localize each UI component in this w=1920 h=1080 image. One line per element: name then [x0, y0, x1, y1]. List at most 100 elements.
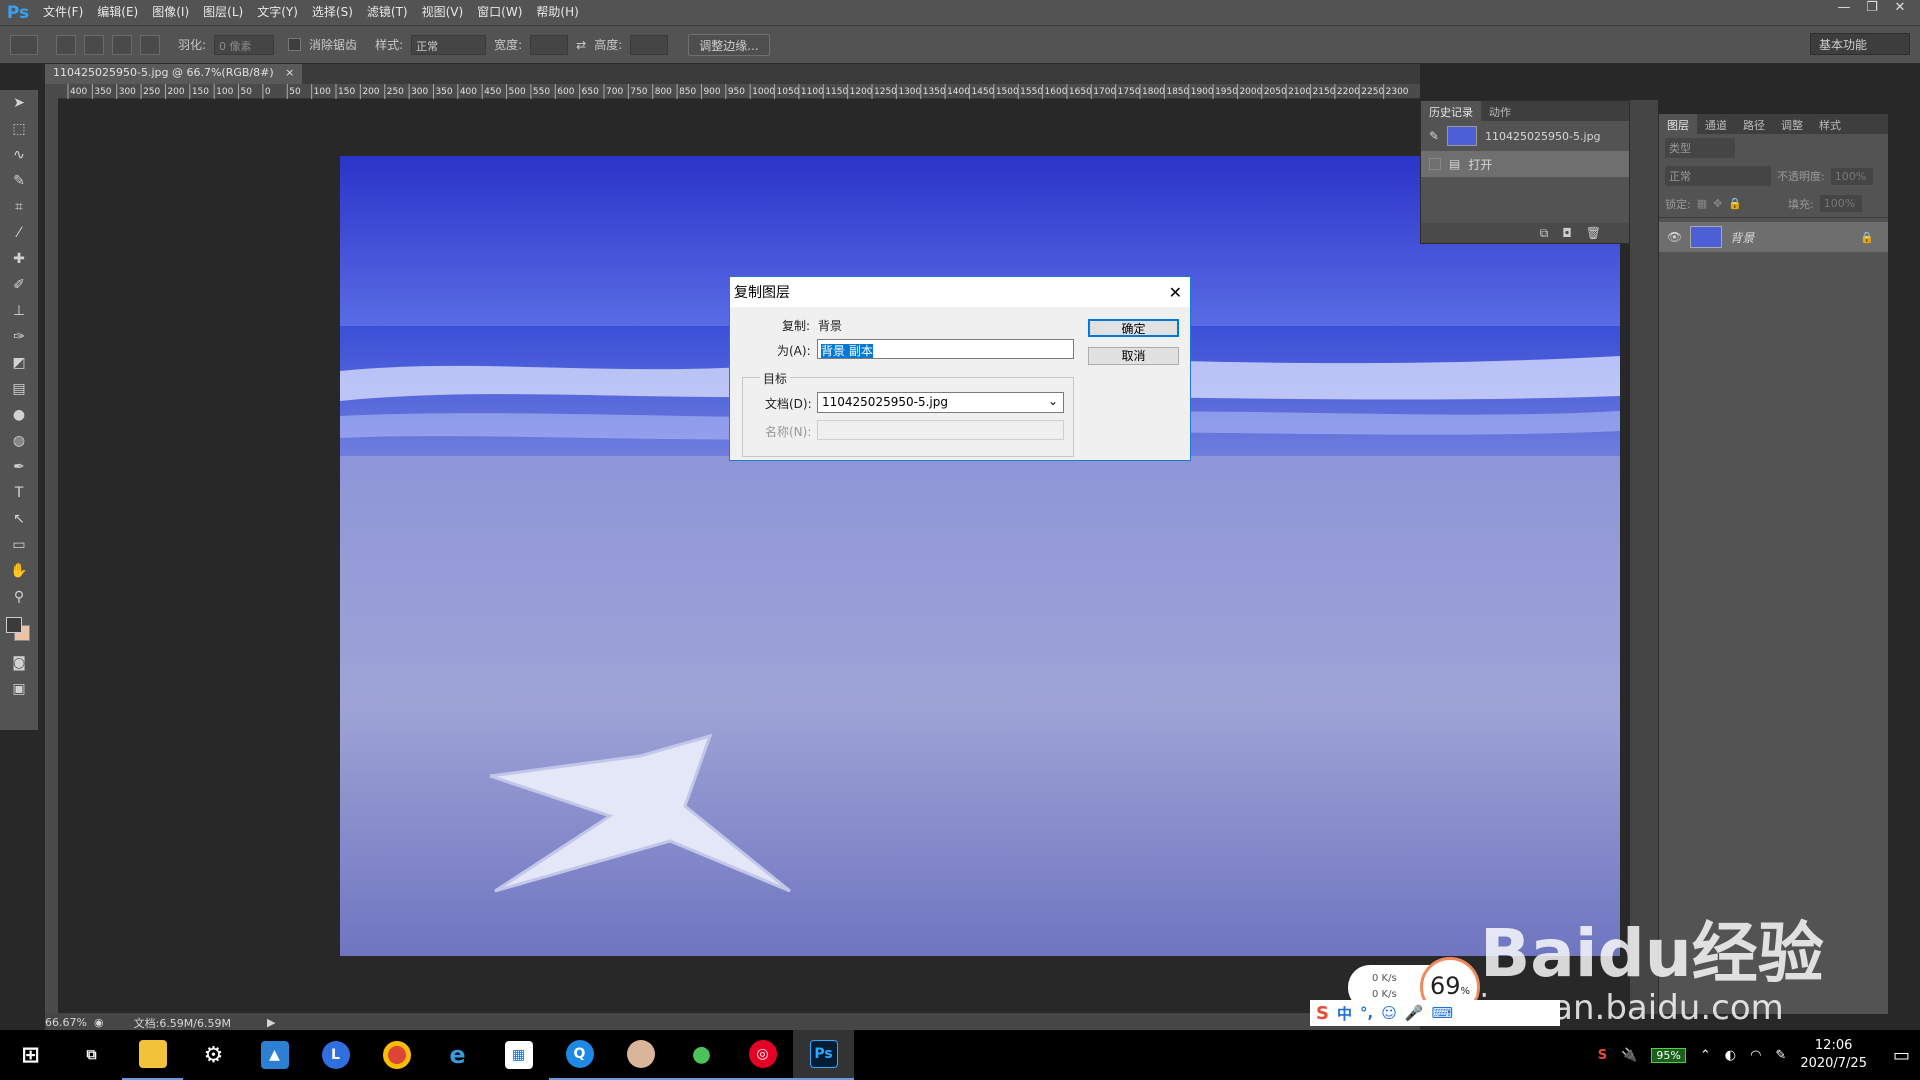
ime-punctuation[interactable]: °,: [1360, 1004, 1373, 1022]
new-selection-icon[interactable]: [56, 34, 76, 55]
gradient-tool-icon[interactable]: ▤: [0, 376, 38, 402]
menu-window[interactable]: 窗口(W): [470, 0, 529, 25]
quick-select-tool-icon[interactable]: ✎: [0, 168, 38, 194]
width-input[interactable]: [530, 34, 569, 55]
menu-image[interactable]: 图像(I): [145, 0, 196, 25]
pen-tool-icon[interactable]: ✒: [0, 454, 38, 480]
search-app-icon[interactable]: Q: [549, 1030, 610, 1080]
blue-circle-app-icon[interactable]: L: [305, 1030, 366, 1080]
color-swatches-icon[interactable]: [0, 610, 38, 650]
refine-edge-button[interactable]: 调整边缘...: [688, 33, 770, 56]
tab-actions[interactable]: 动作: [1481, 101, 1519, 121]
zoom-level[interactable]: 66.67%: [45, 1016, 90, 1029]
history-brush-source-icon[interactable]: ✎: [1429, 129, 1439, 143]
network-icon[interactable]: ◠: [1750, 1048, 1761, 1063]
pen-tray-icon[interactable]: ✎: [1775, 1048, 1786, 1063]
dialog-close-icon[interactable]: ✕: [1169, 283, 1182, 302]
microphone-icon[interactable]: 🎤: [1405, 1004, 1424, 1022]
zoom-tool-icon[interactable]: ⚲: [0, 584, 38, 610]
lasso-tool-icon[interactable]: ∿: [0, 142, 38, 168]
qq-tray-icon[interactable]: ◐: [1725, 1048, 1736, 1063]
move-tool-icon[interactable]: ➤: [0, 90, 38, 116]
menu-filter[interactable]: 滤镜(T): [360, 0, 415, 25]
antialias-checkbox[interactable]: [288, 38, 302, 51]
screen-mode-icon[interactable]: ▣: [0, 676, 38, 702]
history-brush-icon[interactable]: ✑: [0, 324, 38, 350]
tab-paths[interactable]: 路径: [1735, 114, 1773, 134]
tab-styles[interactable]: 样式: [1811, 114, 1849, 134]
start-windows-icon[interactable]: ⊞: [0, 1030, 61, 1080]
history-state-checkbox[interactable]: [1429, 158, 1441, 170]
sogou-tray-icon[interactable]: S: [1598, 1048, 1607, 1063]
lock-pixels-icon[interactable]: ▦: [1697, 197, 1707, 210]
sogou-logo-icon[interactable]: S: [1316, 1003, 1329, 1024]
lock-position-icon[interactable]: ✥: [1713, 197, 1722, 210]
hand-tool-icon[interactable]: ✋: [0, 558, 38, 584]
internet-explorer-icon[interactable]: e: [427, 1030, 488, 1080]
quick-mask-icon[interactable]: ◙: [0, 650, 38, 676]
status-info-icon[interactable]: ◉: [94, 1016, 104, 1029]
menu-help[interactable]: 帮助(H): [529, 0, 585, 25]
height-input[interactable]: [630, 34, 669, 55]
clock[interactable]: 12:06 2020/7/25: [1800, 1037, 1867, 1073]
marquee-tool-preset-icon[interactable]: [10, 34, 38, 55]
workspace-select[interactable]: 基本功能: [1810, 33, 1910, 55]
stamp-tool-icon[interactable]: ⊥: [0, 298, 38, 324]
tab-layers[interactable]: 图层: [1659, 114, 1697, 134]
keyboard-icon[interactable]: ⌨: [1432, 1004, 1454, 1022]
emoji-icon[interactable]: ☺: [1381, 1004, 1397, 1022]
blur-tool-icon[interactable]: ●: [0, 402, 38, 428]
restore-button[interactable]: ❐: [1858, 0, 1886, 18]
intersect-selection-icon[interactable]: [140, 34, 160, 55]
avatar-app-icon[interactable]: [610, 1030, 671, 1080]
opacity-input[interactable]: 100%: [1830, 167, 1873, 185]
notifications-icon[interactable]: ▭: [1893, 1045, 1910, 1066]
status-menu-arrow-icon[interactable]: ▶: [267, 1016, 275, 1029]
add-selection-icon[interactable]: [84, 34, 104, 55]
as-name-input[interactable]: 背景 副本: [817, 339, 1074, 359]
document-tab[interactable]: 110425025950-5.jpg @ 66.7%(RGB/8#) ×: [45, 64, 303, 84]
document-select[interactable]: 110425025950-5.jpg ⌄: [817, 392, 1064, 413]
minimize-button[interactable]: —: [1830, 0, 1858, 18]
trash-icon[interactable]: 🗑: [1586, 226, 1601, 240]
layer-filter-select[interactable]: 类型: [1665, 138, 1735, 158]
ime-language[interactable]: 中: [1337, 1003, 1352, 1024]
tray-chevron-icon[interactable]: ⌃: [1700, 1048, 1711, 1063]
menu-view[interactable]: 视图(V): [415, 0, 471, 25]
swap-icon[interactable]: ⇄: [576, 38, 586, 52]
menu-file[interactable]: 文件(F): [36, 0, 90, 25]
dodge-tool-icon[interactable]: ◍: [0, 428, 38, 454]
task-view-icon[interactable]: ⧉: [61, 1030, 122, 1080]
blend-mode-select[interactable]: 正常: [1665, 166, 1771, 186]
feather-input[interactable]: 0 像素: [214, 34, 275, 55]
close-window-button[interactable]: ✕: [1886, 0, 1914, 18]
store-icon[interactable]: ▦: [488, 1030, 549, 1080]
fill-input[interactable]: 100%: [1819, 195, 1862, 212]
eraser-tool-icon[interactable]: ◩: [0, 350, 38, 376]
eyedropper-tool-icon[interactable]: ⁄: [0, 220, 38, 246]
path-select-tool-icon[interactable]: ↖: [0, 506, 38, 532]
layer-row-background[interactable]: 👁 背景 🔒: [1659, 222, 1888, 252]
menu-layer[interactable]: 图层(L): [196, 0, 250, 25]
tab-adjustments[interactable]: 调整: [1773, 114, 1811, 134]
brush-tool-icon[interactable]: ✐: [0, 272, 38, 298]
tab-history[interactable]: 历史记录: [1421, 101, 1481, 121]
history-state-open[interactable]: ▤ 打开: [1421, 151, 1629, 177]
wechat-icon[interactable]: ●: [671, 1030, 732, 1080]
style-select[interactable]: 正常: [411, 34, 487, 55]
photos-app-icon[interactable]: ▲: [244, 1030, 305, 1080]
visibility-eye-icon[interactable]: 👁: [1667, 230, 1682, 244]
snapshot-camera-icon[interactable]: ◘: [1562, 226, 1572, 240]
file-explorer-icon[interactable]: [122, 1030, 183, 1080]
new-document-from-state-icon[interactable]: ⧉: [1540, 226, 1549, 241]
lock-all-icon[interactable]: 🔒: [1728, 197, 1742, 210]
cancel-button[interactable]: 取消: [1088, 347, 1179, 365]
menu-edit[interactable]: 编辑(E): [90, 0, 145, 25]
settings-gear-icon[interactable]: ⚙: [183, 1030, 244, 1080]
menu-select[interactable]: 选择(S): [305, 0, 360, 25]
history-snapshot[interactable]: ✎ 110425025950-5.jpg: [1421, 121, 1629, 151]
photoshop-taskbar-icon[interactable]: Ps: [793, 1030, 854, 1080]
type-tool-icon[interactable]: T: [0, 480, 38, 506]
tab-channels[interactable]: 通道: [1697, 114, 1735, 134]
marquee-tool-icon[interactable]: ⬚: [0, 116, 38, 142]
